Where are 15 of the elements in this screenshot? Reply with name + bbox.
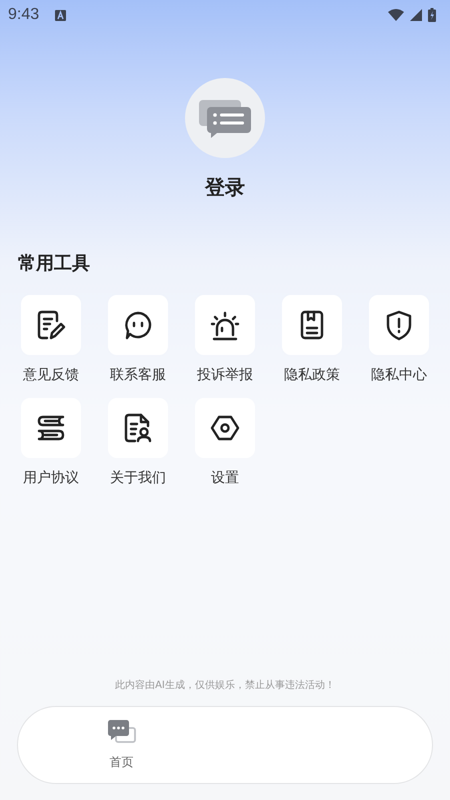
status-time: 9:43 <box>8 6 40 24</box>
disclaimer-text: 此内容由AI生成，仅供娱乐，禁止从事违法活动！ <box>114 678 336 692</box>
notification-icon <box>55 10 66 20</box>
wifi-icon <box>388 9 404 21</box>
nav-tab[interactable]: 首页 <box>18 720 225 770</box>
chat-bubble-icon <box>122 309 154 341</box>
chat-bubbles-icon <box>108 720 136 746</box>
battery-icon <box>428 8 436 22</box>
person-document-icon <box>122 412 154 444</box>
edit-document-icon <box>35 309 67 341</box>
section-title: 常用工具 <box>18 252 91 275</box>
signal-icon <box>410 9 422 21</box>
login-button[interactable]: 登录 <box>205 174 245 201</box>
alarm-light-icon <box>209 309 241 341</box>
chat-messages-icon <box>197 98 253 138</box>
